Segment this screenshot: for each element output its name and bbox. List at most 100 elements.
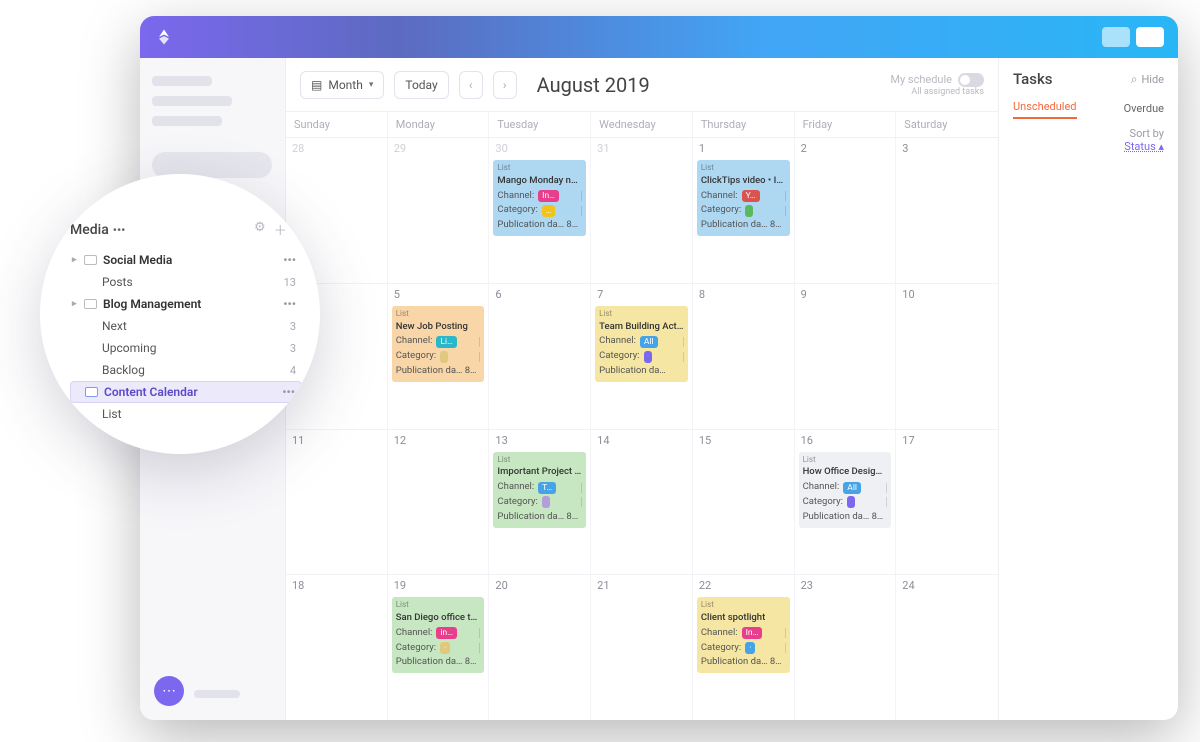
day-cell[interactable]: 19ListSan Diego office tourChannel:in…Ca…: [388, 575, 490, 720]
channel-label: Channel:: [396, 335, 433, 348]
dayname-row: SundayMondayTuesdayWednesdayThursdayFrid…: [286, 112, 998, 138]
task-card[interactable]: ListClient spotlightChannel:In…Category:…: [697, 597, 790, 673]
tab-overdue[interactable]: Overdue: [1124, 102, 1164, 119]
item-label: Posts: [102, 275, 133, 289]
sidebar-zoom-overlay: Media ••• ⚙ ＋ ⌕ Social Media•••Posts13Bl…: [40, 174, 320, 454]
window-chip-active[interactable]: [1136, 27, 1164, 47]
item-count: 3: [290, 320, 296, 333]
day-cell[interactable]: 5ListNew Job PostingChannel:Li…Category:…: [388, 284, 490, 429]
task-title: Mango Monday new e: [497, 175, 582, 188]
task-card[interactable]: ListImportant Project ManChannel:T…Categ…: [493, 452, 586, 528]
day-number: 13: [495, 434, 507, 447]
task-card[interactable]: ListSan Diego office tourChannel:in…Cate…: [392, 597, 485, 673]
view-selector[interactable]: ▤ Month ▾: [300, 71, 384, 99]
task-list-label: List: [599, 309, 684, 320]
more-icon[interactable]: •••: [282, 385, 295, 399]
task-card[interactable]: ListMango Monday new eChannel:In…Categor…: [493, 160, 586, 236]
day-cell[interactable]: 24: [896, 575, 998, 720]
space-title[interactable]: Media: [70, 222, 109, 238]
task-card[interactable]: ListTeam Building ActivitiesChannel:AllC…: [595, 306, 688, 382]
tab-unscheduled[interactable]: Unscheduled: [1013, 100, 1077, 119]
day-number: 22: [699, 579, 711, 592]
sidebar-folder[interactable]: Social Media•••: [70, 249, 302, 271]
day-cell[interactable]: 7ListTeam Building ActivitiesChannel:All…: [591, 284, 693, 429]
dayname: Sunday: [286, 112, 388, 137]
day-cell[interactable]: 6: [489, 284, 591, 429]
task-list-label: List: [396, 600, 481, 611]
main: ▤ Month ▾ Today ‹ › August 2019 My sched…: [286, 58, 1178, 720]
day-cell[interactable]: 18: [286, 575, 388, 720]
task-list-label: List: [497, 455, 582, 466]
day-cell[interactable]: 17: [896, 430, 998, 575]
publication-date: Publication da… 8…: [497, 511, 578, 524]
day-number: 12: [394, 434, 406, 447]
day-cell[interactable]: 23: [795, 575, 897, 720]
day-number: 29: [394, 142, 406, 155]
day-cell[interactable]: 16ListHow Office Design impChannel:AllCa…: [795, 430, 897, 575]
channel-label: Channel:: [803, 481, 840, 494]
next-arrow[interactable]: ›: [493, 71, 517, 99]
day-cell[interactable]: 8: [693, 284, 795, 429]
day-number: 1: [699, 142, 705, 155]
task-card[interactable]: ListNew Job PostingChannel:Li…Category:P…: [392, 306, 485, 382]
hide-panel[interactable]: ⌕ Hide: [1131, 72, 1164, 87]
task-list-label: List: [701, 600, 786, 611]
channel-tag: In…: [538, 190, 559, 202]
channel-label: Channel:: [396, 627, 433, 640]
sidebar-folder[interactable]: Blog Management •••: [70, 293, 302, 315]
my-schedule-label: My schedule: [890, 73, 952, 86]
day-cell[interactable]: 12: [388, 430, 490, 575]
day-number: 28: [292, 142, 304, 155]
day-cell[interactable]: 11: [286, 430, 388, 575]
day-cell[interactable]: 22 ListClient spotlightChannel:In…Categor…: [693, 575, 795, 720]
day-cell[interactable]: 21: [591, 575, 693, 720]
toggle-switch[interactable]: [958, 73, 984, 87]
day-cell[interactable]: 10: [896, 284, 998, 429]
sidebar-item[interactable]: Posts13: [70, 271, 302, 293]
folder-label: Blog Management: [103, 297, 201, 311]
day-number: 15: [699, 434, 711, 447]
day-cell[interactable]: 3: [896, 138, 998, 283]
sidebar-item[interactable]: Upcoming3: [70, 337, 302, 359]
my-schedule-toggle[interactable]: My schedule All assigned tasks: [890, 73, 984, 97]
item-count: 3: [290, 342, 296, 355]
day-number: 3: [902, 142, 908, 155]
more-icon[interactable]: •••: [283, 297, 296, 311]
folder-icon: [85, 387, 98, 397]
prev-arrow[interactable]: ‹: [459, 71, 483, 99]
day-cell[interactable]: 2: [795, 138, 897, 283]
gear-icon[interactable]: ⚙: [254, 220, 266, 239]
plus-icon[interactable]: ＋: [274, 220, 287, 239]
chat-icon[interactable]: ⋯: [154, 676, 184, 706]
item-label: Backlog: [102, 363, 145, 377]
day-cell[interactable]: 14: [591, 430, 693, 575]
folder-icon: [84, 255, 97, 265]
title-bar: [140, 16, 1178, 58]
week-row: 45ListNew Job PostingChannel:Li…Category…: [286, 284, 998, 430]
window-chip[interactable]: [1102, 27, 1130, 47]
task-card[interactable]: ListHow Office Design impChannel:AllCate…: [799, 452, 892, 528]
day-number: 8: [699, 288, 705, 301]
day-cell[interactable]: 31: [591, 138, 693, 283]
publication-date: Publication da… 8…: [701, 219, 782, 232]
sidebar-item[interactable]: Backlog4: [70, 359, 302, 381]
day-cell[interactable]: 20: [489, 575, 591, 720]
day-number: 31: [597, 142, 609, 155]
sidebar-item-content-calendar[interactable]: Content Calendar•••: [70, 381, 302, 403]
day-cell[interactable]: 9: [795, 284, 897, 429]
sort-value[interactable]: Status ▴: [1124, 140, 1164, 153]
day-cell[interactable]: 1 ListClickTips video • InboxChannel:Y…Ca…: [693, 138, 795, 283]
more-icon[interactable]: •••: [113, 223, 126, 237]
sidebar-item[interactable]: List8: [70, 403, 302, 425]
task-card[interactable]: ListClickTips video • InboxChannel:Y…Cat…: [697, 160, 790, 236]
more-icon[interactable]: •••: [283, 253, 296, 267]
day-cell[interactable]: 13 ListImportant Project ManChannel:T…Cat…: [489, 430, 591, 575]
sidebar-item[interactable]: Next3: [70, 315, 302, 337]
today-button[interactable]: Today: [394, 71, 448, 99]
day-cell[interactable]: 29: [388, 138, 490, 283]
task-title: How Office Design imp: [803, 466, 888, 479]
week-row: 28 29 30ListMango Monday new eChannel:In…C…: [286, 138, 998, 284]
day-number: 11: [292, 434, 304, 447]
day-cell[interactable]: 15: [693, 430, 795, 575]
day-cell[interactable]: 30ListMango Monday new eChannel:In…Categ…: [489, 138, 591, 283]
